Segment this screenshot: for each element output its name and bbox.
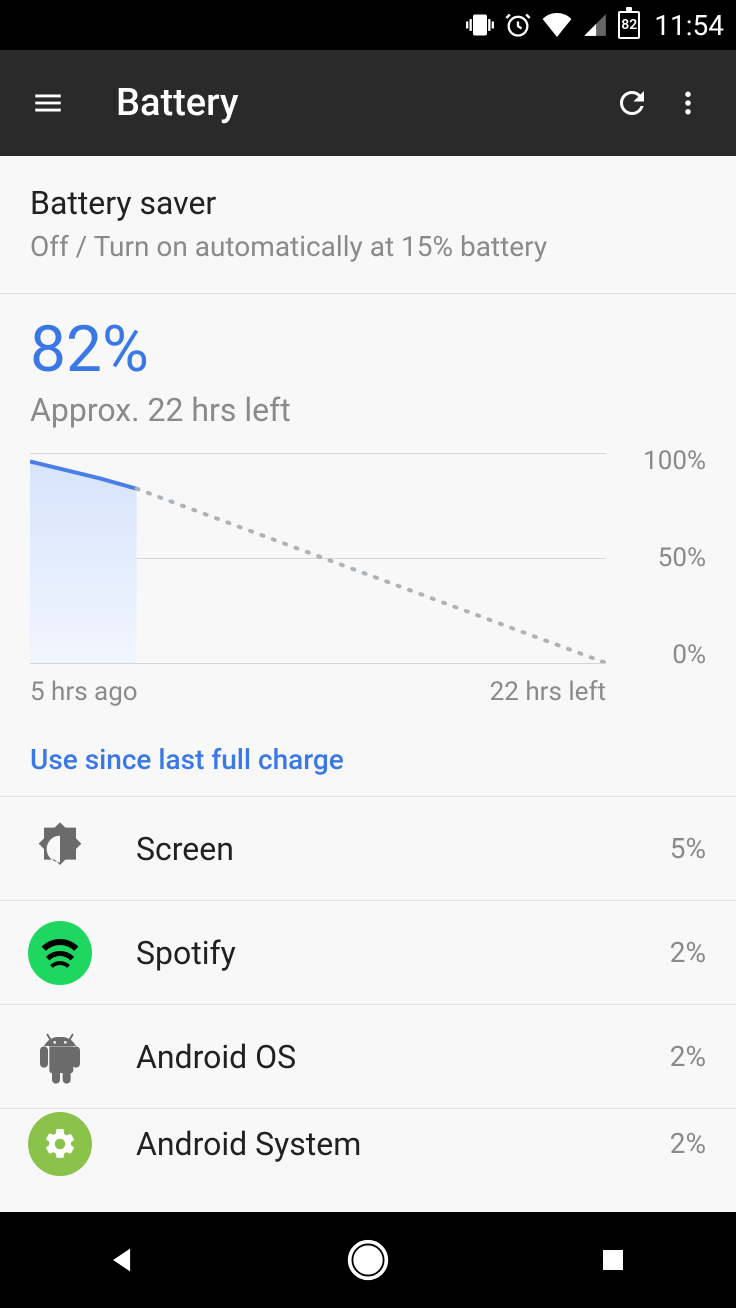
chart-y-axis: 100% 50% 0% <box>606 453 706 663</box>
usage-row-label: Android System <box>136 1125 670 1163</box>
battery-status-icon: 82 <box>618 11 640 39</box>
wifi-icon <box>542 13 572 37</box>
usage-row-percent: 2% <box>670 1127 706 1160</box>
content-scroll[interactable]: Battery saver Off / Turn on automaticall… <box>0 156 736 1212</box>
alarm-icon <box>504 11 532 39</box>
usage-row-screen[interactable]: Screen 5% <box>0 796 736 900</box>
usage-list: Screen 5% Spotify 2% Android OS 2% <box>0 796 736 1178</box>
android-icon <box>24 1021 96 1093</box>
battery-chart[interactable]: 100% 50% 0% <box>30 453 706 663</box>
status-bar: 82 11:54 <box>0 0 736 50</box>
usage-row-percent: 2% <box>670 1040 706 1073</box>
usage-row-label: Screen <box>136 830 670 868</box>
nav-home-button[interactable] <box>328 1220 408 1300</box>
usage-row-label: Spotify <box>136 934 670 972</box>
chart-x-axis: 5 hrs ago 22 hrs left <box>30 677 706 707</box>
app-bar-title: Battery <box>116 81 239 125</box>
overflow-menu-button[interactable] <box>660 75 716 131</box>
status-clock: 11:54 <box>654 9 724 42</box>
battery-percent: 82% <box>30 312 706 387</box>
refresh-button[interactable] <box>604 75 660 131</box>
usage-row-android-os[interactable]: Android OS 2% <box>0 1004 736 1108</box>
battery-saver-row[interactable]: Battery saver Off / Turn on automaticall… <box>0 156 736 294</box>
usage-row-android-system[interactable]: Android System 2% <box>0 1108 736 1178</box>
battery-time-left: Approx. 22 hrs left <box>30 391 706 429</box>
battery-saver-subtitle: Off / Turn on automatically at 15% batte… <box>30 230 706 263</box>
app-bar: Battery <box>0 50 736 156</box>
usage-row-spotify[interactable]: Spotify 2% <box>0 900 736 1004</box>
settings-gear-icon <box>24 1108 96 1178</box>
usage-row-percent: 2% <box>670 936 706 969</box>
brightness-icon <box>24 813 96 885</box>
cell-signal-icon <box>582 12 608 38</box>
battery-saver-title: Battery saver <box>30 184 706 222</box>
battery-chart-svg <box>30 453 606 663</box>
navigation-bar <box>0 1212 736 1308</box>
usage-row-percent: 5% <box>670 832 706 865</box>
usage-row-label: Android OS <box>136 1038 670 1076</box>
menu-button[interactable] <box>20 75 76 131</box>
spotify-icon <box>24 917 96 989</box>
nav-back-button[interactable] <box>83 1220 163 1300</box>
battery-stats-section[interactable]: 82% Approx. 22 hrs left <box>0 294 736 707</box>
vibrate-icon <box>466 11 494 39</box>
nav-recents-button[interactable] <box>573 1220 653 1300</box>
usage-section-header: Use since last full charge <box>0 707 736 796</box>
